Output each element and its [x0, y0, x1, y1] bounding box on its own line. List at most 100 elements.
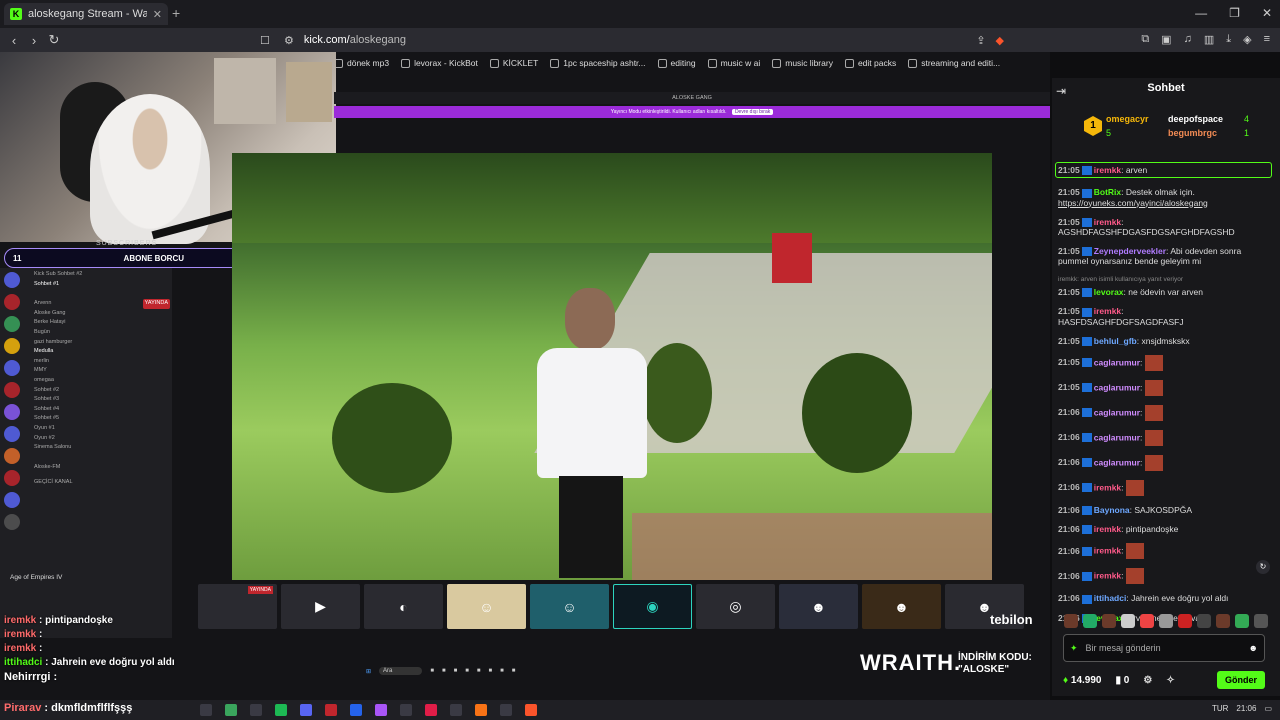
bookmark-icon[interactable]: ☐: [260, 34, 270, 47]
emote[interactable]: [1216, 614, 1230, 628]
music-icon[interactable]: ♫: [1184, 33, 1192, 46]
taskbar-app-icon[interactable]: [400, 704, 412, 716]
emote[interactable]: [1254, 614, 1268, 628]
message-user[interactable]: caglarumur: [1094, 457, 1140, 467]
message-user[interactable]: ittihadci: [1094, 593, 1127, 603]
bookmark-folder[interactable]: editing: [657, 58, 696, 68]
taskbar-app-icon[interactable]: [275, 704, 287, 716]
channel-item[interactable]: Oyun #2: [34, 434, 170, 444]
taskbar-app-icon[interactable]: [300, 704, 312, 716]
emote[interactable]: [1178, 614, 1192, 628]
reward-icon[interactable]: ✧: [1166, 675, 1174, 686]
tray-lang[interactable]: TUR: [1212, 704, 1228, 713]
message-user[interactable]: iremkk: [1094, 571, 1121, 581]
message-user[interactable]: Zeynepderveekler: [1094, 246, 1166, 256]
tab-close-icon[interactable]: ✕: [153, 8, 162, 21]
message-user[interactable]: behlul_gfb: [1094, 336, 1137, 346]
settings-icon[interactable]: ⚙: [1143, 675, 1152, 686]
scroll-to-bottom-icon[interactable]: ↻: [1256, 560, 1270, 574]
participant-tile[interactable]: ◎: [696, 584, 775, 629]
send-button[interactable]: Gönder: [1216, 671, 1265, 689]
participant-tile[interactable]: ☻: [779, 584, 858, 629]
extensions-icon[interactable]: ⧉: [1141, 33, 1149, 46]
sidebar-icon[interactable]: ▥: [1204, 33, 1214, 46]
download-icon[interactable]: ⤓: [1226, 33, 1231, 46]
taskbar-app-icon[interactable]: [250, 704, 262, 716]
taskbar-app-icon[interactable]: [525, 704, 537, 716]
emote[interactable]: [1083, 614, 1097, 628]
address-bar[interactable]: ☐ ⚙ kick.com/aloskegang ⇪ ◆: [260, 31, 1004, 49]
vpn-icon[interactable]: ◈: [1243, 33, 1251, 46]
taskbar-app-icon[interactable]: [375, 704, 387, 716]
channel-item[interactable]: Oyun #1: [34, 424, 170, 434]
emote[interactable]: [1197, 614, 1211, 628]
message-user[interactable]: Baynona: [1094, 505, 1130, 515]
chat-input[interactable]: ✦ Bir mesaj gönderin ☻: [1063, 634, 1265, 662]
channel-item[interactable]: Aloske-FM: [34, 463, 170, 473]
camera-icon[interactable]: ▶: [281, 584, 360, 629]
minimize-icon[interactable]: —: [1195, 6, 1207, 20]
channel-item[interactable]: Kick Sub Sohbet #2: [34, 270, 170, 280]
brave-shield-icon[interactable]: ◆: [996, 34, 1004, 47]
bookmark-item[interactable]: dönek mp3: [334, 58, 389, 68]
channel-item[interactable]: Sohbet #4: [34, 405, 170, 415]
participant-tile[interactable]: ☺: [530, 584, 609, 629]
message-text[interactable]: https://oyuneks.com/yayinci/aloskegang: [1058, 198, 1272, 208]
message-user[interactable]: caglarumur: [1094, 432, 1140, 442]
taskbar-app-icon[interactable]: [325, 704, 337, 716]
wallet-icon[interactable]: ▣: [1161, 33, 1171, 46]
taskbar-app-icon[interactable]: [450, 704, 462, 716]
taskbar-app-icon[interactable]: [200, 704, 212, 716]
site-info-icon[interactable]: ⚙: [284, 34, 294, 47]
message-user[interactable]: BotRix: [1094, 187, 1121, 197]
tray-time[interactable]: 21:06: [1236, 704, 1256, 713]
channel-item[interactable]: Sohbet #1: [34, 280, 170, 290]
bookmark-folder[interactable]: music w ai: [707, 58, 760, 68]
emote[interactable]: [1235, 614, 1249, 628]
taskbar-app-icon[interactable]: [475, 704, 487, 716]
message-user[interactable]: iremkk: [1094, 306, 1121, 316]
emote[interactable]: [1159, 614, 1173, 628]
browser-tab[interactable]: K aloskegang Stream - Watch L ✕: [4, 3, 168, 25]
new-tab-icon[interactable]: +: [172, 5, 180, 21]
gift-display[interactable]: ▮ 0: [1115, 675, 1129, 686]
participant-tile[interactable]: ◉: [613, 584, 692, 629]
participant-tile[interactable]: ☺: [447, 584, 526, 629]
message-user[interactable]: iremkk: [1094, 217, 1121, 227]
menu-icon[interactable]: ≡: [1264, 33, 1270, 46]
message-user[interactable]: caglarumur: [1094, 357, 1140, 367]
emote[interactable]: [1064, 614, 1078, 628]
message-user[interactable]: iremkk: [1094, 546, 1121, 556]
message-user[interactable]: caglarumur: [1094, 407, 1140, 417]
bookmark-folder[interactable]: streaming and editi...: [908, 58, 1000, 68]
bookmark-item[interactable]: KİCKLET: [489, 58, 538, 68]
notification-icon[interactable]: ▭: [1264, 704, 1272, 713]
bookmark-item[interactable]: 1pc spaceship ashtr...: [550, 58, 646, 68]
taskbar-app-icon[interactable]: [225, 704, 237, 716]
participant-tile[interactable]: ◐: [364, 584, 443, 629]
message-user[interactable]: iremkk: [1094, 482, 1121, 492]
emote[interactable]: [1140, 614, 1154, 628]
channel-item[interactable]: Sohbet #5: [34, 414, 170, 424]
reload-icon[interactable]: ↻: [44, 32, 64, 48]
emote[interactable]: [1102, 614, 1116, 628]
bookmark-folder[interactable]: music library: [772, 58, 833, 68]
channel-item[interactable]: Sinema Salonu: [34, 443, 170, 453]
message-user[interactable]: levorax: [1094, 287, 1124, 297]
points-display[interactable]: ♦ 14.990: [1063, 675, 1101, 686]
participant-tile[interactable]: YAYINDA: [198, 584, 277, 629]
message-user[interactable]: iremkk: [1094, 165, 1121, 175]
close-window-icon[interactable]: ✕: [1262, 6, 1272, 20]
disable-button[interactable]: Devre dışı bırak: [731, 109, 774, 115]
taskbar-app-icon[interactable]: [350, 704, 362, 716]
bookmark-folder[interactable]: edit packs: [844, 58, 896, 68]
message-user[interactable]: iremkk: [1094, 524, 1121, 534]
forward-icon[interactable]: ›: [24, 33, 44, 48]
taskbar-app-icon[interactable]: [425, 704, 437, 716]
emote[interactable]: [1121, 614, 1135, 628]
bookmark-item[interactable]: levorax - KickBot: [401, 58, 478, 68]
back-icon[interactable]: ‹: [4, 33, 24, 48]
maximize-icon[interactable]: ❐: [1229, 6, 1240, 20]
taskbar-app-icon[interactable]: [500, 704, 512, 716]
participant-tile[interactable]: ☻: [862, 584, 941, 629]
